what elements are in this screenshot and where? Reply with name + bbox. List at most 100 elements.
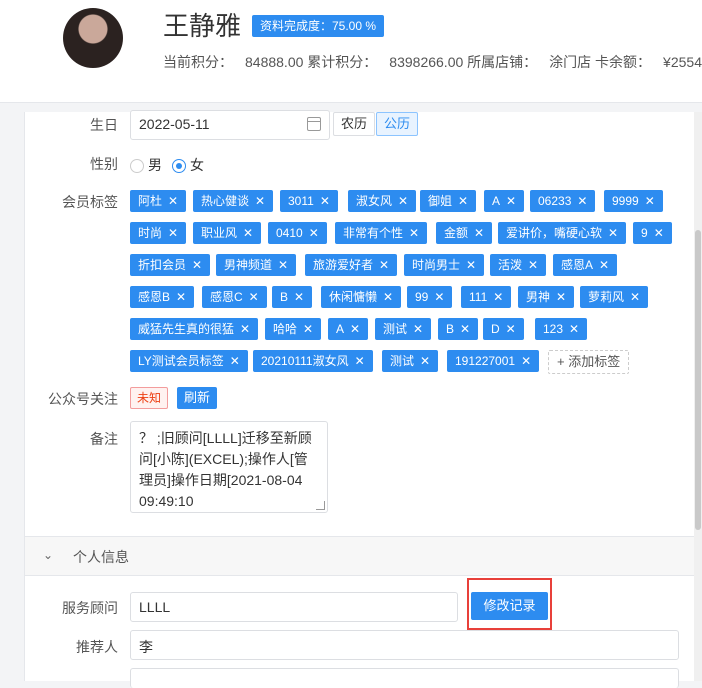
remark-textarea[interactable]: ？ ;旧顾问[LLLL]迁移至新顾问[小陈](EXCEL);操作人[管理员]操作… — [130, 421, 328, 513]
close-icon[interactable]: ✕ — [434, 290, 444, 304]
member-tag[interactable]: 0410 ✕ — [268, 222, 327, 244]
member-tag-label: 时尚男士 — [412, 258, 461, 272]
member-tag-label: 男神频道 — [224, 258, 273, 272]
member-tag[interactable]: B ✕ — [272, 286, 313, 308]
close-icon[interactable]: ✕ — [599, 258, 609, 272]
member-tag[interactable]: 191227001 ✕ — [447, 350, 540, 372]
advisor-input[interactable]: LLLL — [130, 592, 458, 622]
referrer-input[interactable]: 李 — [130, 630, 679, 660]
member-tag[interactable]: 萝莉风 ✕ — [580, 286, 649, 308]
close-icon[interactable]: ✕ — [630, 290, 640, 304]
close-icon[interactable]: ✕ — [278, 258, 288, 272]
member-tag[interactable]: A ✕ — [328, 318, 369, 340]
member-tag[interactable]: A ✕ — [484, 190, 525, 212]
close-icon[interactable]: ✕ — [420, 354, 430, 368]
close-icon[interactable]: ✕ — [556, 290, 566, 304]
member-tag[interactable]: 威猛先生真的很猛 ✕ — [130, 318, 259, 340]
member-tag[interactable]: 活泼 ✕ — [490, 254, 547, 276]
close-icon[interactable]: ✕ — [168, 194, 178, 208]
member-tag[interactable]: 哈哈 ✕ — [265, 318, 322, 340]
birthday-date-picker[interactable]: 2022-05-11 — [130, 110, 330, 140]
close-icon[interactable]: ✕ — [240, 322, 250, 336]
member-tag[interactable]: 111 ✕ — [461, 286, 512, 308]
member-tag[interactable]: 御姐 ✕ — [420, 190, 477, 212]
member-tag[interactable]: 阿杜 ✕ — [130, 190, 187, 212]
member-tag[interactable]: 20210111淑女风 ✕ — [253, 350, 373, 372]
close-icon[interactable]: ✕ — [506, 194, 516, 208]
member-tag[interactable]: 测试 ✕ — [382, 350, 439, 372]
close-icon[interactable]: ✕ — [474, 226, 484, 240]
close-icon[interactable]: ✕ — [350, 322, 360, 336]
member-tag[interactable]: 测试 ✕ — [375, 318, 432, 340]
calendar-icon[interactable] — [307, 117, 321, 131]
member-tag[interactable]: 职业风 ✕ — [193, 222, 262, 244]
close-icon[interactable]: ✕ — [608, 226, 618, 240]
member-tag[interactable]: 感恩C ✕ — [202, 286, 267, 308]
member-tag[interactable]: 热心健谈 ✕ — [193, 190, 274, 212]
member-tag[interactable]: 06233 ✕ — [530, 190, 596, 212]
member-tag[interactable]: 旅游爱好者 ✕ — [305, 254, 398, 276]
member-tag[interactable]: 9999 ✕ — [604, 190, 663, 212]
gender-radio-female[interactable]: 女 — [172, 155, 204, 173]
resize-handle-icon[interactable] — [316, 501, 325, 510]
member-tag[interactable]: 时尚 ✕ — [130, 222, 187, 244]
member-tag[interactable]: 爱讲价，嘴硬心软 ✕ — [498, 222, 627, 244]
avatar[interactable] — [63, 8, 123, 68]
close-icon[interactable]: ✕ — [577, 194, 587, 208]
member-tag[interactable]: 折扣会员 ✕ — [130, 254, 211, 276]
close-icon[interactable]: ✕ — [303, 322, 313, 336]
member-tag[interactable]: LY测试会员标签 ✕ — [130, 350, 248, 372]
member-tag[interactable]: 99 ✕ — [407, 286, 453, 308]
close-icon[interactable]: ✕ — [569, 322, 579, 336]
close-icon[interactable]: ✕ — [294, 290, 304, 304]
close-icon[interactable]: ✕ — [309, 226, 319, 240]
member-tag[interactable]: D ✕ — [483, 318, 524, 340]
close-icon[interactable]: ✕ — [466, 258, 476, 272]
member-tag[interactable]: 淑女风 ✕ — [348, 190, 417, 212]
member-tag[interactable]: 休闲慵懒 ✕ — [321, 286, 402, 308]
close-icon[interactable]: ✕ — [168, 226, 178, 240]
member-tag[interactable]: B ✕ — [438, 318, 479, 340]
solar-toggle[interactable]: 公历 — [376, 112, 419, 136]
member-tag[interactable]: 9 ✕ — [633, 222, 672, 244]
close-icon[interactable]: ✕ — [255, 194, 265, 208]
gender-radio-male[interactable]: 男 — [130, 155, 162, 173]
close-icon[interactable]: ✕ — [320, 194, 330, 208]
close-icon[interactable]: ✕ — [458, 194, 468, 208]
chevron-down-icon[interactable]: ⌄ — [43, 548, 53, 562]
close-icon[interactable]: ✕ — [654, 226, 664, 240]
lunar-toggle[interactable]: 农历 — [333, 112, 376, 136]
add-tag-button[interactable]: + 添加标签 — [548, 350, 630, 374]
close-icon[interactable]: ✕ — [506, 322, 516, 336]
close-icon[interactable]: ✕ — [528, 258, 538, 272]
close-icon[interactable]: ✕ — [413, 322, 423, 336]
member-tag[interactable]: 3011 ✕ — [280, 190, 338, 212]
close-icon[interactable]: ✕ — [460, 322, 470, 336]
personal-info-section-header[interactable]: ⌄ 个人信息 — [25, 536, 694, 576]
member-tag[interactable]: 感恩A ✕ — [553, 254, 618, 276]
close-icon[interactable]: ✕ — [383, 290, 393, 304]
member-tag[interactable]: 金额 ✕ — [436, 222, 493, 244]
next-input-partial[interactable] — [130, 668, 679, 688]
scrollbar-thumb[interactable] — [695, 230, 701, 530]
close-icon[interactable]: ✕ — [379, 258, 389, 272]
close-icon[interactable]: ✕ — [409, 226, 419, 240]
member-tag[interactable]: 123 ✕ — [535, 318, 588, 340]
close-icon[interactable]: ✕ — [493, 290, 503, 304]
close-icon[interactable]: ✕ — [192, 258, 202, 272]
close-icon[interactable]: ✕ — [230, 354, 240, 368]
close-icon[interactable]: ✕ — [398, 194, 408, 208]
close-icon[interactable]: ✕ — [521, 354, 531, 368]
member-tag[interactable]: 非常有个性 ✕ — [335, 222, 428, 244]
member-tag[interactable]: 男神频道 ✕ — [216, 254, 297, 276]
member-tag[interactable]: 时尚男士 ✕ — [404, 254, 485, 276]
member-tag-label: 感恩B — [138, 290, 171, 304]
member-tag[interactable]: 男神 ✕ — [518, 286, 575, 308]
close-icon[interactable]: ✕ — [176, 290, 186, 304]
close-icon[interactable]: ✕ — [243, 226, 253, 240]
refresh-button[interactable]: 刷新 — [177, 387, 218, 409]
member-tag[interactable]: 感恩B ✕ — [130, 286, 195, 308]
close-icon[interactable]: ✕ — [645, 194, 655, 208]
close-icon[interactable]: ✕ — [249, 290, 259, 304]
close-icon[interactable]: ✕ — [355, 354, 365, 368]
